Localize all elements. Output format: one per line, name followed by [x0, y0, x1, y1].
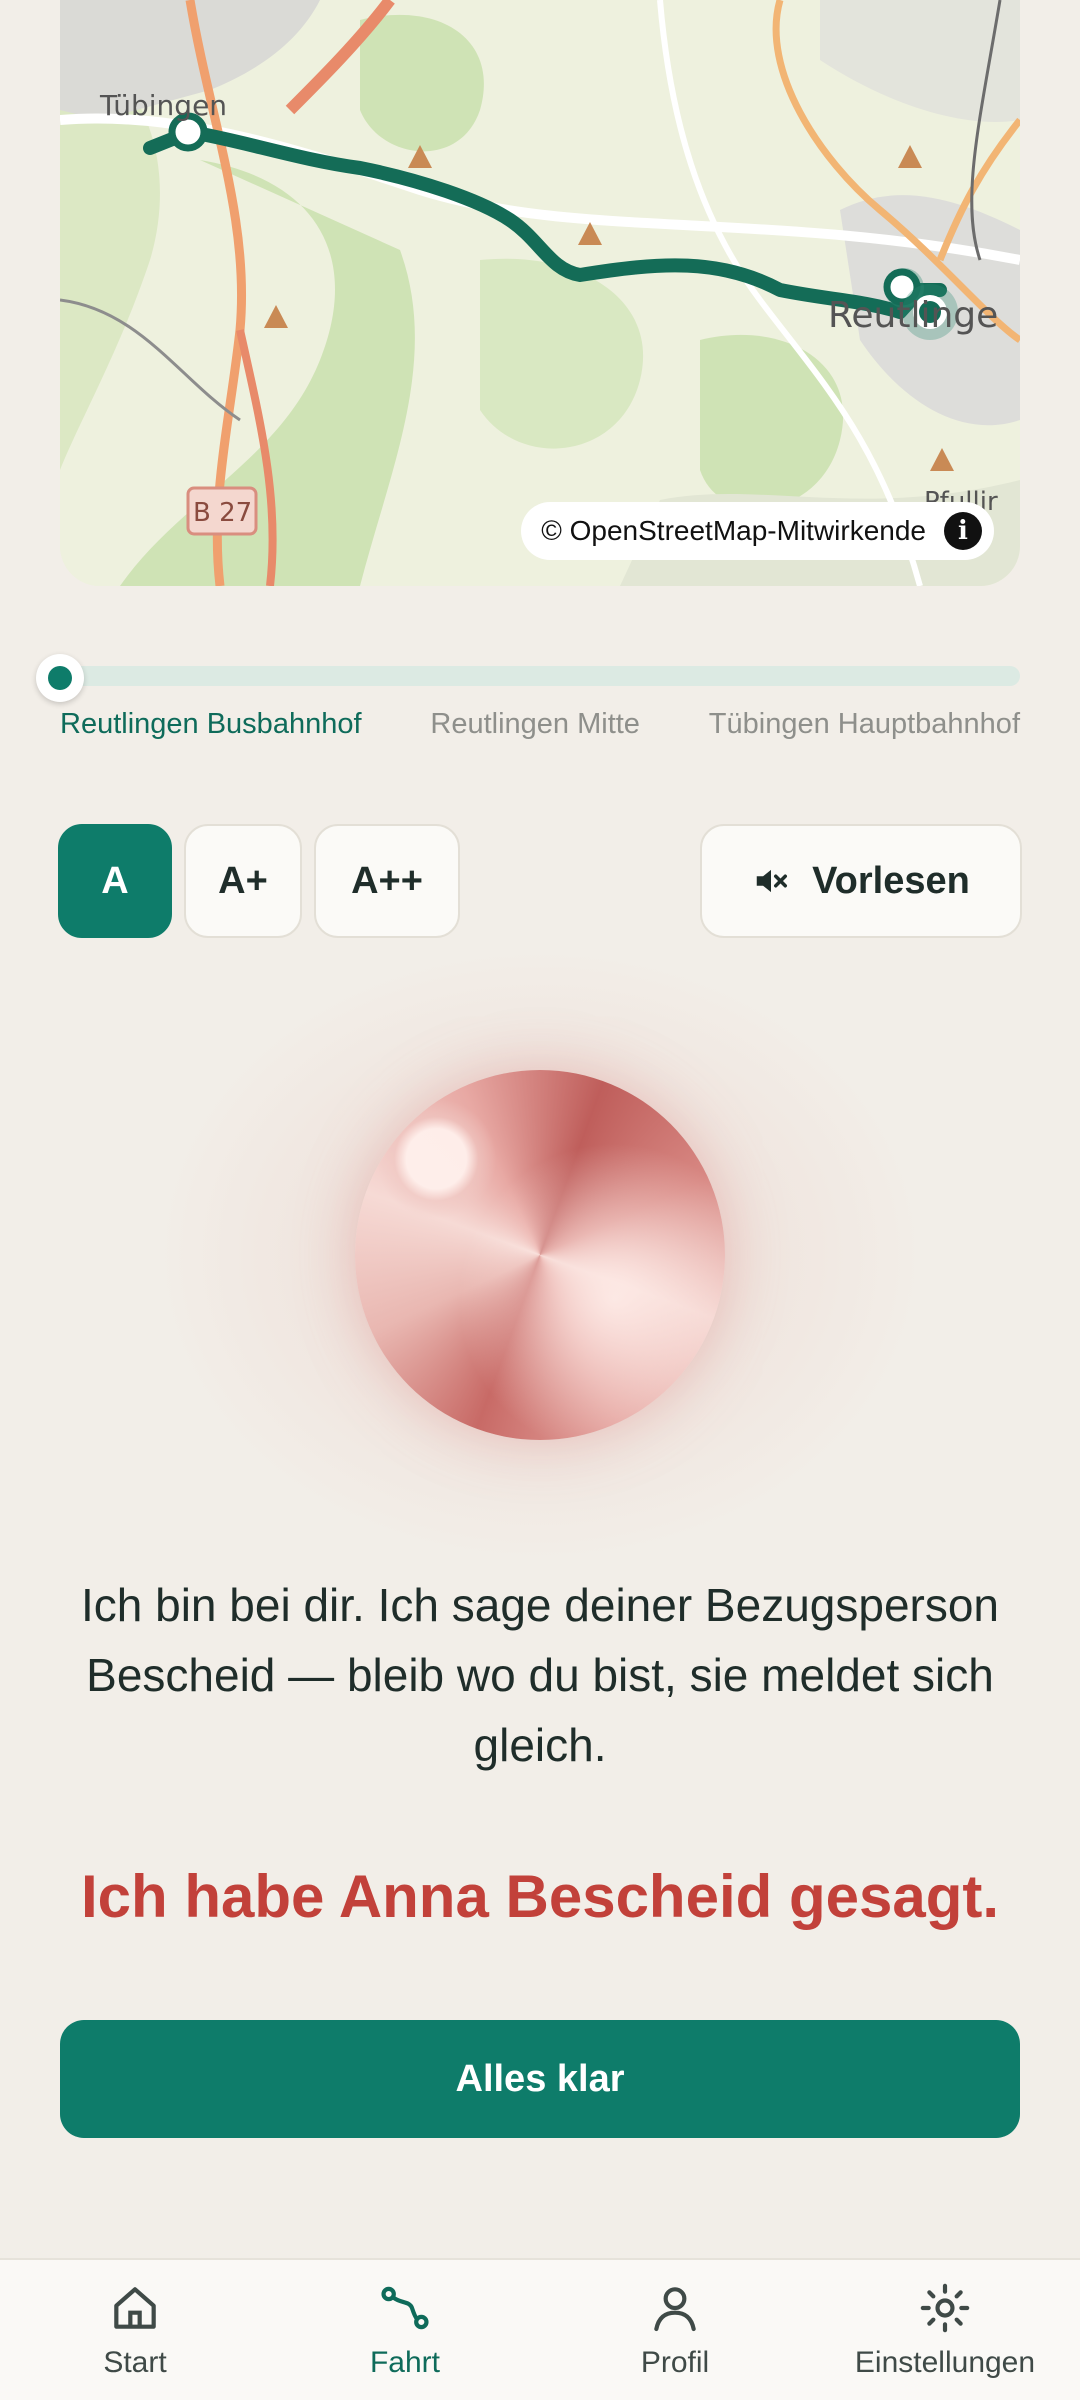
nav-label-profil: Profil — [640, 2346, 710, 2379]
font-size-a-plus-plus-button[interactable]: A++ — [314, 824, 460, 938]
route-progress-knob — [36, 654, 84, 702]
map-attribution[interactable]: © OpenStreetMap-Mitwirkende i — [521, 502, 994, 560]
font-size-a-plus-button[interactable]: A+ — [184, 824, 302, 938]
nav-label-fahrt: Fahrt — [369, 2346, 441, 2379]
map-label-b27: B 27 — [193, 498, 252, 528]
read-aloud-button[interactable]: Vorlesen — [700, 824, 1022, 938]
assistant-orb — [355, 1070, 725, 1440]
speaker-muted-icon — [756, 869, 788, 893]
nav-item-profil[interactable]: Profil — [540, 2260, 810, 2400]
home-icon — [114, 2287, 156, 2329]
stop-destination: Tübingen Hauptbahnhof — [708, 708, 1020, 740]
stop-middle: Reutlingen Mitte — [430, 708, 640, 740]
user-icon — [654, 2287, 696, 2332]
attribution-text: © OpenStreetMap-Mitwirkende — [541, 515, 926, 546]
font-size-a-button[interactable]: A — [58, 824, 172, 938]
nav-label-einstellungen: Einstellungen — [854, 2346, 1036, 2379]
all-good-button[interactable]: Alles klar — [60, 2020, 1020, 2138]
map-label-reutlingen: Reutlinge — [828, 295, 998, 336]
gear-icon — [920, 2283, 970, 2333]
map-label-tuebingen: Tübingen — [99, 89, 227, 122]
nav-item-einstellungen[interactable]: Einstellungen — [810, 2260, 1080, 2400]
bottom-navigation: Start Fahrt Profil Einstellungen — [0, 2258, 1080, 2400]
route-icon — [381, 2286, 429, 2330]
route-progress-bar — [58, 666, 1020, 686]
route-map[interactable]: Tübingen Reutlinge B 27 Pfullir © OpenSt… — [60, 0, 1020, 586]
notification-confirmation: Ich habe Anna Bescheid gesagt. — [80, 1863, 1000, 1930]
info-icon[interactable]: i — [944, 512, 982, 550]
map-canvas: Tübingen Reutlinge B 27 Pfullir — [60, 0, 1020, 586]
controls-row: A A+ A++ Vorlesen — [58, 824, 1022, 938]
nav-label-start: Start — [103, 2346, 167, 2379]
read-aloud-label: Vorlesen — [812, 859, 970, 902]
stop-current: Reutlingen Busbahnhof — [60, 708, 362, 740]
nav-item-start[interactable]: Start — [0, 2260, 270, 2400]
nav-item-fahrt[interactable]: Fahrt — [270, 2260, 540, 2400]
assistant-message: Ich bin bei dir. Ich sage deiner Bezugsp… — [80, 1579, 1000, 1771]
route-stops: Reutlingen Busbahnhof Reutlingen Mitte T… — [60, 708, 1020, 741]
